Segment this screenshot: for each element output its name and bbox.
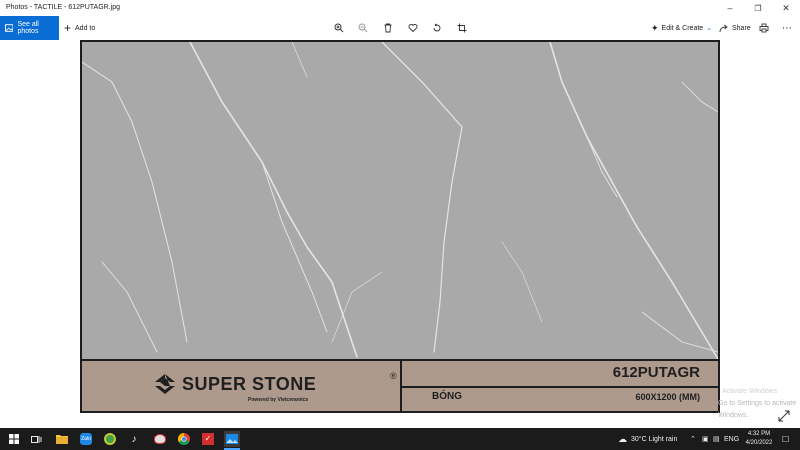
more-options-button[interactable]: ⋯: [780, 21, 794, 35]
zoom-out-icon: [358, 23, 368, 33]
brand-tagline: Powered by Vietceramics: [248, 397, 309, 403]
clock-date: 4/20/2022: [745, 440, 773, 446]
pdf-icon: ✓: [202, 433, 214, 445]
close-button[interactable]: ✕: [772, 0, 800, 16]
folder-icon: [56, 435, 68, 444]
add-to-label: Add to: [75, 24, 96, 32]
product-size: 600X1200 (MM): [635, 392, 700, 402]
chevron-up-icon: ⌃: [690, 436, 696, 443]
paint-icon: [154, 434, 166, 444]
product-info-bar: SUPER STONE ® Powered by Vietceramics 61…: [82, 359, 718, 411]
see-all-photos-button[interactable]: See all photos: [0, 16, 59, 40]
activate-windows-line1: Activate Windows: [722, 388, 778, 395]
crop-button[interactable]: [455, 21, 469, 35]
print-icon: [759, 23, 769, 33]
delete-button[interactable]: [381, 21, 395, 35]
minimize-button[interactable]: –: [716, 0, 744, 16]
product-code: 612PUTAGR: [612, 364, 700, 381]
info-divider-horizontal: [400, 386, 718, 388]
start-button[interactable]: [6, 431, 22, 447]
cloud-rain-icon: ☁: [618, 433, 627, 444]
super-stone-logo-icon: [155, 374, 175, 394]
taskbar: Zalo ♪ ✓ ☁ 30°C Light rain ⌃ ▣ ▤ ENG 4:3…: [0, 428, 800, 450]
minimize-icon: –: [727, 3, 733, 13]
language-text: ENG: [724, 435, 740, 443]
share-label: Share: [732, 24, 751, 32]
taskbar-photos[interactable]: [224, 431, 240, 447]
share-icon: [719, 24, 728, 32]
clock-time: 4:32 PM: [747, 431, 771, 437]
taskbar-chrome[interactable]: [176, 431, 192, 447]
photo-image: SUPER STONE ® Powered by Vietceramics 61…: [80, 40, 720, 413]
tray-chevron-button[interactable]: ⌃: [690, 428, 696, 450]
zalo-icon: Zalo: [80, 433, 92, 445]
taskbar-app-green[interactable]: [102, 431, 118, 447]
window-title: Photos - TACTILE - 612PUTAGR.jpg: [6, 4, 120, 11]
toolbar: See all photos + Add to ✦ Edit & Create …: [0, 16, 800, 40]
edit-create-button[interactable]: ✦ Edit & Create ⌄: [651, 16, 712, 40]
wifi-icon: ▤: [713, 436, 720, 443]
tray-device-button[interactable]: ▣: [702, 428, 709, 450]
product-finish: BÓNG: [432, 391, 462, 402]
zoom-in-icon: [334, 23, 344, 33]
crop-icon: [457, 23, 467, 33]
favorite-button[interactable]: [406, 21, 420, 35]
edit-create-label: Edit & Create: [661, 24, 704, 32]
taskbar-tiktok[interactable]: ♪: [126, 431, 142, 447]
brand-name: SUPER STONE: [182, 374, 317, 394]
chrome-icon: [178, 433, 190, 445]
zoom-out-button[interactable]: [356, 21, 370, 35]
taskbar-file-explorer[interactable]: [54, 431, 70, 447]
weather-widget[interactable]: ☁ 30°C Light rain: [618, 428, 677, 450]
rotate-button[interactable]: [430, 21, 444, 35]
registered-mark: ®: [390, 371, 397, 381]
maximize-icon: ❐: [754, 3, 762, 13]
expand-icon: [778, 410, 790, 422]
marble-texture: [82, 42, 718, 359]
taskbar-clock[interactable]: 4:32 PM 4/20/2022: [744, 430, 774, 448]
heart-icon: [408, 23, 418, 33]
task-view-button[interactable]: [28, 431, 44, 447]
title-bar: Photos - TACTILE - 612PUTAGR.jpg – ❐ ✕: [0, 0, 800, 16]
task-view-icon: [30, 435, 41, 443]
more-icon: ⋯: [782, 22, 792, 34]
print-button[interactable]: [757, 21, 771, 35]
add-to-button[interactable]: + Add to: [64, 16, 95, 40]
tray-network-button[interactable]: ▤: [713, 428, 720, 450]
photos-app-icon: [226, 434, 238, 444]
tiktok-icon: ♪: [131, 433, 137, 445]
rotate-icon: [433, 23, 441, 32]
edit-icon: ✦: [651, 22, 659, 33]
fullscreen-button[interactable]: [778, 410, 792, 424]
delete-icon: [384, 23, 392, 33]
taskbar-pdf[interactable]: ✓: [200, 431, 216, 447]
taskbar-zalo[interactable]: Zalo: [78, 431, 94, 447]
see-all-photos-label: See all photos: [17, 21, 39, 35]
notification-icon: ☐: [782, 434, 790, 444]
chevron-down-icon: ⌄: [706, 25, 713, 32]
photos-icon: [5, 24, 14, 32]
zoom-in-button[interactable]: [332, 21, 346, 35]
maximize-button[interactable]: ❐: [744, 0, 772, 16]
plus-icon: +: [64, 21, 72, 35]
windows-logo-icon: [9, 434, 19, 444]
device-icon: ▣: [702, 436, 709, 443]
weather-text: 30°C Light rain: [631, 435, 678, 443]
share-button[interactable]: Share: [719, 16, 751, 40]
notifications-button[interactable]: ☐: [782, 428, 789, 450]
tray-language[interactable]: ENG: [724, 428, 739, 450]
green-app-icon: [104, 433, 116, 445]
close-icon: ✕: [782, 2, 790, 13]
taskbar-paint[interactable]: [152, 431, 168, 447]
